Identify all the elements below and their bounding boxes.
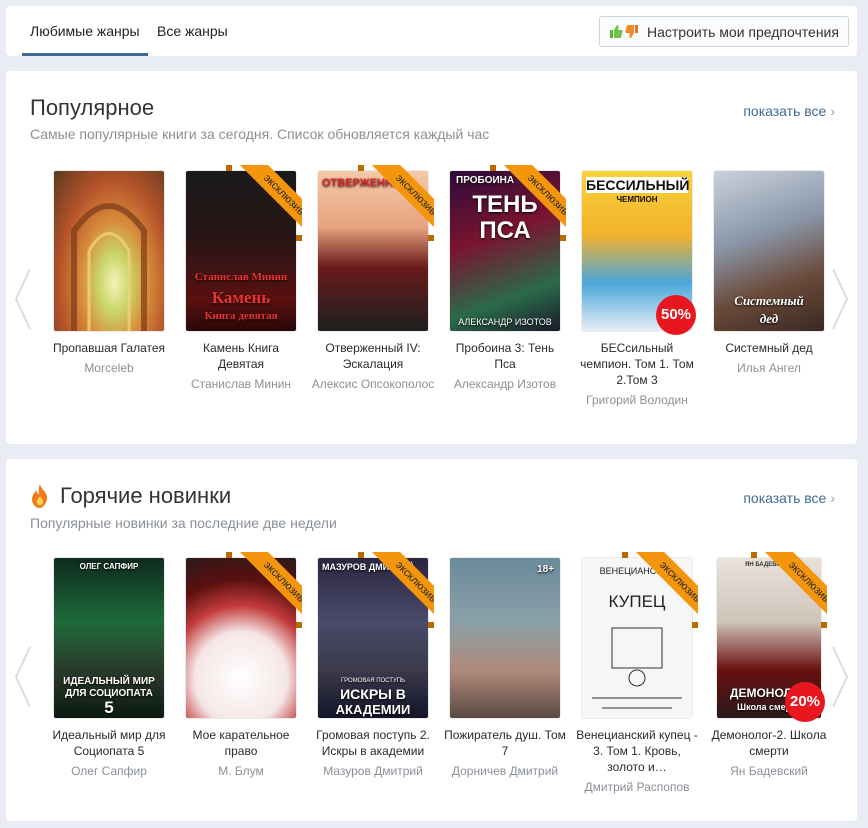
book-author[interactable]: Дмитрий Распопов — [572, 779, 702, 795]
cover-text: ОТВЕРЖЕННЫЙ — [322, 177, 412, 189]
book-card[interactable]: Станислав Минин Камень Книга девятая экс… — [176, 165, 306, 392]
popular-section: Популярное Самые популярные книги за сег… — [6, 71, 857, 444]
book-card[interactable]: эксклюзив Мое карательное право М. Блум — [176, 552, 306, 779]
book-cover[interactable]: ЯН БАДЕВСКИЙ ДЕМОНОЛОГ Школа смерти экск… — [717, 552, 827, 722]
book-card[interactable]: ОЛЕГ САПФИР ИДЕАЛЬНЫЙ МИР ДЛЯ СОЦИОПАТА … — [44, 558, 174, 779]
cover-text: КУПЕЦ — [608, 592, 666, 611]
book-cover[interactable]: БЕССИЛЬНЫЙ ЧЕМПИОН 50% — [582, 171, 696, 335]
book-cover[interactable]: МАЗУРОВ ДМИТРИЙ ГРОМОВАЯ ПОСТУПЬ ИСКРЫ В… — [318, 552, 434, 718]
section-title: Популярное — [30, 95, 155, 120]
cover-text: Камень — [211, 288, 271, 307]
show-all-label: показать все — [743, 103, 827, 119]
book-author[interactable]: Morceleb — [44, 360, 174, 376]
cover-text: дед — [759, 311, 779, 326]
fire-icon — [32, 484, 48, 508]
thumbs-down-icon — [625, 25, 638, 38]
book-author[interactable]: М. Блум — [176, 763, 306, 779]
tab-favorite-genres[interactable]: Любимые жанры — [22, 6, 148, 56]
book-author[interactable]: Станислав Минин — [176, 376, 306, 392]
book-cover[interactable]: Системный дед — [714, 171, 824, 331]
book-card[interactable]: Пропавшая Галатея Morceleb — [44, 171, 174, 376]
book-title[interactable]: Камень Книга Девятая — [176, 340, 306, 372]
book-cover[interactable]: эксклюзив — [186, 552, 302, 718]
cover-text: ПРОБОИНА — [456, 175, 515, 186]
configure-preferences-button[interactable]: Настроить мои предпочтения — [599, 16, 849, 47]
book-cover[interactable]: 18+ — [450, 558, 560, 718]
cover-text: ТЕНЬ — [472, 191, 538, 218]
book-card[interactable]: ЯН БАДЕВСКИЙ ДЕМОНОЛОГ Школа смерти экск… — [704, 552, 834, 779]
section-subtitle: Популярные новинки за последние две неде… — [30, 515, 337, 531]
cover-text: ИСКРЫ В — [340, 686, 406, 702]
cover-text: Книга девятая — [204, 310, 278, 322]
book-title[interactable]: Венецианский купец - 3. Том 1. Кровь, зо… — [572, 727, 702, 775]
carousel-prev-arrow-icon[interactable] — [10, 645, 34, 709]
cover-text: ЯН БАДЕВСКИЙ — [745, 562, 793, 568]
genre-tabs-bar: Любимые жанры Все жанры Настроить мои пр… — [6, 6, 857, 56]
show-all-link[interactable]: показать все › — [743, 103, 835, 119]
book-card[interactable]: БЕССИЛЬНЫЙ ЧЕМПИОН 50% БЕСсильный чемпио… — [572, 171, 702, 408]
cover-text: ЧЕМПИОН — [616, 195, 658, 204]
book-author[interactable]: Ян Бадевский — [704, 763, 834, 779]
discount-badge: 20% — [785, 682, 825, 722]
show-all-label: показать все — [743, 490, 827, 506]
book-card[interactable]: 18+ Пожиратель душ. Том 7 Дорничев Дмитр… — [440, 558, 570, 779]
thumbs-up-icon — [610, 25, 623, 38]
book-author[interactable]: Илья Ангел — [704, 360, 834, 376]
book-author[interactable]: Мазуров Дмитрий — [308, 763, 438, 779]
cover-text: АКАДЕМИИ — [335, 702, 411, 717]
show-all-link[interactable]: показать все › — [743, 490, 835, 506]
section-title-text: Горячие новинки — [60, 483, 232, 508]
book-cover[interactable]: ВЕНЕЦИАНСКИЙ КУПЕЦ эксклюзив — [582, 552, 698, 718]
chevron-right-icon: › — [830, 490, 835, 506]
cover-text: АЛЕКСАНДР ИЗОТОВ — [458, 317, 552, 327]
book-cover[interactable]: ПРОБОИНА ТЕНЬ ПСА АЛЕКСАНДР ИЗОТОВ экскл… — [450, 165, 566, 331]
book-author[interactable]: Григорий Володин — [572, 392, 702, 408]
book-cover[interactable]: Станислав Минин Камень Книга девятая экс… — [186, 165, 302, 331]
book-cover[interactable]: ОТВЕРЖЕННЫЙ эксклюзив — [318, 165, 434, 331]
book-card[interactable]: ПРОБОИНА ТЕНЬ ПСА АЛЕКСАНДР ИЗОТОВ экскл… — [440, 165, 570, 392]
book-title[interactable]: Демонолог-2. Школа смерти — [704, 727, 834, 759]
book-card[interactable]: ВЕНЕЦИАНСКИЙ КУПЕЦ эксклюзив Венециански… — [572, 552, 702, 795]
cover-text: 5 — [104, 698, 114, 717]
book-card[interactable]: МАЗУРОВ ДМИТРИЙ ГРОМОВАЯ ПОСТУПЬ ИСКРЫ В… — [308, 552, 438, 779]
chevron-right-icon: › — [830, 103, 835, 119]
book-cover[interactable] — [54, 171, 164, 331]
carousel-prev-arrow-icon[interactable] — [10, 267, 34, 331]
age-rating-badge: 18+ — [537, 564, 554, 575]
cover-text: ОЛЕГ САПФИР — [79, 562, 139, 571]
discount-badge: 50% — [656, 295, 696, 335]
section-subtitle: Самые популярные книги за сегодня. Списо… — [30, 126, 490, 142]
hot-new-section: Горячие новинки Популярные новинки за по… — [6, 459, 857, 821]
book-author[interactable]: Дорничев Дмитрий — [440, 763, 570, 779]
book-author[interactable]: Алексис Опсокополос — [308, 376, 438, 392]
book-title[interactable]: Мое карательное право — [176, 727, 306, 759]
cover-text: МАЗУРОВ ДМИТРИЙ — [322, 562, 414, 572]
book-title[interactable]: Отверженный IV: Эскалация — [308, 340, 438, 372]
tab-all-genres[interactable]: Все жанры — [157, 6, 228, 56]
book-card[interactable]: Системный дед Системный дед Илья Ангел — [704, 171, 834, 376]
book-title[interactable]: Системный дед — [704, 340, 834, 356]
cover-text: Системный — [734, 293, 804, 308]
section-title: Горячие новинки — [30, 483, 231, 509]
cover-text: Станислав Минин — [194, 271, 288, 283]
book-title[interactable]: Пробоина 3: Тень Пса — [440, 340, 570, 372]
book-cover[interactable]: ОЛЕГ САПФИР ИДЕАЛЬНЫЙ МИР ДЛЯ СОЦИОПАТА … — [54, 558, 164, 718]
book-author[interactable]: Александр Изотов — [440, 376, 570, 392]
cover-text: ПСА — [479, 217, 531, 244]
book-title[interactable]: Пожиратель душ. Том 7 — [440, 727, 570, 759]
cover-text: ГРОМОВАЯ ПОСТУПЬ — [340, 678, 406, 684]
book-author[interactable]: Олег Сапфир — [44, 763, 174, 779]
book-card[interactable]: ОТВЕРЖЕННЫЙ эксклюзив Отверженный IV: Эс… — [308, 165, 438, 392]
book-title[interactable]: БЕСсильный чемпион. Том 1. Том 2.Том 3 — [572, 340, 702, 388]
cover-text: БЕССИЛЬНЫЙ — [586, 177, 690, 193]
cover-text: ИДЕАЛЬНЫЙ МИР — [63, 676, 155, 687]
configure-preferences-label: Настроить мои предпочтения — [647, 23, 839, 40]
book-title[interactable]: Пропавшая Галатея — [44, 340, 174, 356]
cover-text: ВЕНЕЦИАНСКИЙ — [599, 566, 675, 576]
book-title[interactable]: Громовая поступь 2. Искры в академии — [308, 727, 438, 759]
book-title[interactable]: Идеальный мир для Социопата 5 — [44, 727, 174, 759]
